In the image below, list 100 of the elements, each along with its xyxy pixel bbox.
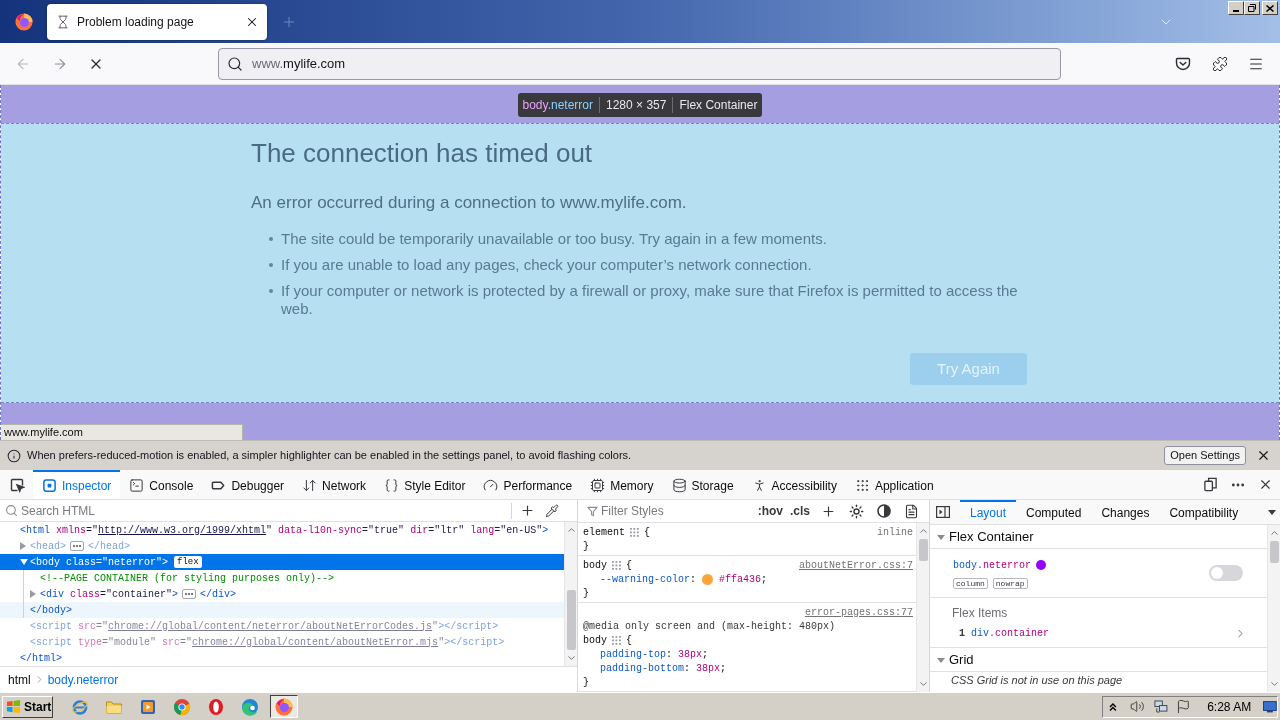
link[interactable]: chrome://global/content/aboutNetError.mjs [192,636,439,648]
panel-toggle-icon[interactable] [936,506,950,518]
bullet-icon [269,237,273,241]
double-chevron-up-icon[interactable] [1109,702,1117,711]
firefox-logo-icon[interactable] [14,12,33,31]
link[interactable]: chrome://global/content/neterror/aboutNetErrorCodes.js [108,620,433,632]
cursor-in-frame-icon[interactable] [8,476,25,493]
desktop-icon[interactable] [1263,700,1277,713]
css-property[interactable]: padding-bottom: [600,660,691,676]
caret-down-icon[interactable] [1268,509,1276,515]
taskbar-button[interactable] [270,695,298,718]
scrollbar[interactable] [1267,525,1280,692]
link[interactable]: http://www.w3.org/1999/xhtml [98,524,267,536]
markup-row[interactable]: </html> [0,650,564,666]
firefox-icon[interactable] [275,697,293,716]
restore-button[interactable] [1244,1,1260,15]
devtools-tab[interactable]: Inspector [33,470,121,499]
display-badge[interactable]: flex [174,556,202,568]
close-button[interactable] [1262,1,1278,15]
devtools-tab[interactable]: Network [293,470,376,499]
toggle-switch[interactable] [1209,565,1243,581]
plus-icon[interactable] [520,503,535,518]
sun-icon[interactable] [849,503,864,519]
pocket-icon[interactable] [1175,55,1191,72]
eyedropper-icon[interactable] [545,503,559,518]
toggle-button[interactable]: .cls [789,502,811,520]
arrows-up-down-icon [302,478,318,493]
devtools-tab[interactable]: Memory [581,470,663,499]
markup-row[interactable]: <!--PAGE CONTAINER (for styling purposes only)--> [0,570,564,586]
section-header[interactable]: Grid [930,648,1267,672]
devtools-tab[interactable]: Style Editor [375,470,475,499]
scrollbar-thumb[interactable] [1269,541,1279,563]
source-label: inline [877,525,913,540]
collapsed-content-button[interactable] [70,541,84,551]
half-filled-circle-icon[interactable] [877,504,891,518]
css-property[interactable]: --warning-color: [600,571,697,587]
toggle-button[interactable]: :hov [756,502,784,520]
css-value[interactable]: 38px; [678,646,709,662]
css-property[interactable]: padding-top: [600,646,673,662]
scrollbar[interactable] [564,522,577,666]
dotted-grid-icon[interactable] [612,560,621,570]
triangle-right-icon[interactable] [20,542,26,550]
flag-icon[interactable] [1176,699,1192,714]
minimize-button[interactable] [1228,1,1244,15]
markup-row[interactable]: <div class="container"> </div> [0,586,564,602]
sidebar-tab[interactable]: Layout [960,500,1017,524]
filter-field[interactable]: Filter Styles [601,502,751,520]
flex-item-row[interactable]: 1 div.container [930,620,1267,648]
breadcrumb[interactable]: html [8,670,31,689]
markup-row[interactable]: <script src="chrome://global/content/neterror/aboutNetErrorCodes.js"></script> [0,618,564,634]
markup-row[interactable]: <body class="neterror"> flex [0,554,564,570]
chrome-icon[interactable] [173,697,191,716]
devtools-tab[interactable]: Application [845,470,943,499]
devtools-tab[interactable]: Debugger [202,470,294,499]
scrollbar[interactable] [916,523,929,692]
close-icon[interactable] [245,15,259,29]
search-field[interactable]: Search HTML [21,501,511,520]
dotted-grid-icon[interactable] [612,635,621,645]
devtools-tab[interactable]: Performance [474,470,582,499]
dotted-grid-icon[interactable] [630,527,639,537]
flex-container-selector[interactable]: body.neterror [953,557,1032,573]
edge-icon[interactable] [241,697,259,716]
split-panel-icon[interactable] [1203,477,1218,492]
browser-tab[interactable]: Problem loading page [47,4,267,40]
computers-icon[interactable] [1153,699,1169,714]
devtools-tab[interactable]: Console [120,470,203,499]
css-value[interactable]: #ffa436; [719,571,768,587]
speaker-icon[interactable] [1129,699,1145,714]
start-button[interactable]: Start [2,695,53,718]
source-link[interactable]: aboutNetError.css:7 [798,557,913,573]
close-icon[interactable] [1258,477,1273,492]
source-link[interactable]: error-pages.css:77 [804,604,913,620]
media-player-icon[interactable] [139,697,157,716]
puzzle-icon[interactable] [1212,55,1228,72]
open-settings-button[interactable]: Open Settings [1164,446,1246,465]
collapsed-content-button[interactable] [182,589,197,599]
address-bar[interactable]: www.mylife.com [218,47,1061,80]
scrollbar-thumb[interactable] [566,590,576,650]
devtools-tab[interactable]: Storage [662,470,743,499]
markup-row[interactable]: <script type="module" src="chrome://global/content/aboutNetError.mjs"></script> [0,634,564,650]
clock[interactable]: 6:28 AM [1207,697,1252,716]
close-icon[interactable] [1256,448,1271,463]
internet-explorer-icon[interactable] [71,697,89,716]
devtools-tab[interactable]: Accessibility [742,470,846,499]
markup-row[interactable]: </body> [0,602,564,618]
sidebar-tab[interactable]: Changes [1091,500,1160,524]
document-icon[interactable] [904,503,919,519]
opera-icon[interactable] [207,697,225,716]
sidebar-tab[interactable]: Compatibility [1159,500,1249,524]
color-swatch-icon[interactable] [702,573,714,585]
plus-icon[interactable] [821,503,836,519]
markup-row[interactable]: <html xmlns="http://www.w3.org/1999/xhtml" data-l10n-sync="true" dir="ltr" lang="en-US"> [0,522,564,538]
triangle-down-icon[interactable] [20,559,28,565]
breadcrumb[interactable]: body.neterror [47,670,119,689]
triangle-right-icon[interactable] [30,590,36,598]
section-header[interactable]: Flex Container [930,525,1267,549]
sidebar-tab[interactable]: Computed [1016,500,1092,524]
css-value[interactable]: 38px; [696,660,727,676]
funnel-icon [587,505,598,517]
scrollbar-thumb[interactable] [918,539,928,561]
